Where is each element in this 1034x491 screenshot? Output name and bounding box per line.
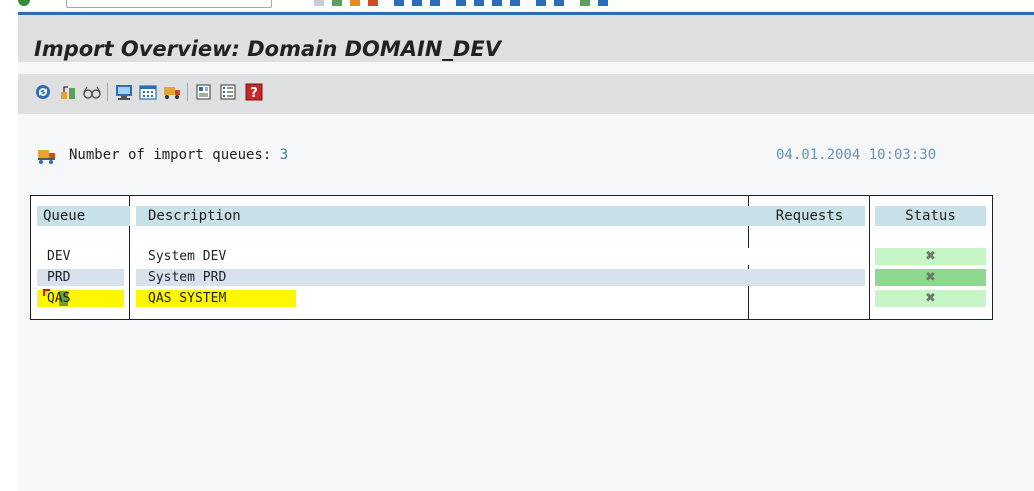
- column-header-status[interactable]: Status: [875, 206, 986, 226]
- first-page-icon[interactable]: [456, 0, 466, 6]
- status-cell[interactable]: ✖: [875, 248, 986, 265]
- svg-text:?: ?: [250, 86, 258, 101]
- cancel-icon[interactable]: [368, 0, 378, 6]
- description-cell[interactable]: System DEV: [136, 248, 756, 265]
- calendar-icon[interactable]: [138, 82, 158, 102]
- save-icon[interactable]: [314, 0, 324, 6]
- next-page-icon[interactable]: [492, 0, 502, 6]
- import-queues-label: Number of import queues:: [69, 147, 272, 163]
- queue-cell[interactable]: QAS: [37, 291, 70, 306]
- system-icon[interactable]: [194, 82, 214, 102]
- column-header-description[interactable]: Description: [136, 206, 756, 226]
- status-cell[interactable]: ✖: [875, 290, 986, 307]
- last-page-icon[interactable]: [510, 0, 520, 6]
- monitor-icon[interactable]: [114, 82, 134, 102]
- back-icon[interactable]: [332, 0, 342, 6]
- lorry-icon[interactable]: [162, 82, 182, 102]
- column-divider: [869, 195, 870, 319]
- requests-cell[interactable]: [754, 248, 865, 265]
- requests-cell[interactable]: [754, 290, 865, 307]
- find-icon[interactable]: [412, 0, 422, 6]
- enter-icon[interactable]: [18, 0, 30, 6]
- shortcut-icon[interactable]: [554, 0, 564, 6]
- help-icon[interactable]: ?: [244, 82, 264, 102]
- layout-icon[interactable]: [598, 0, 608, 6]
- requests-cell[interactable]: [754, 269, 865, 286]
- timestamp: 04.01.2004 10:03:30: [776, 147, 937, 163]
- page-title: Import Overview: Domain DOMAIN_DEV: [34, 37, 501, 61]
- queue-cell[interactable]: PRD: [37, 270, 70, 285]
- table-row[interactable]: PRD: [37, 269, 124, 286]
- import-queues-count: 3: [279, 147, 289, 163]
- table-row-selected[interactable]: QAS: [37, 289, 124, 307]
- table-row[interactable]: DEV: [37, 248, 124, 265]
- system-toolbar: [0, 0, 1034, 10]
- description-cell[interactable]: System PRD: [136, 269, 756, 286]
- import-queues-summary: Number of import queues: 3: [69, 147, 288, 163]
- queue-cell[interactable]: DEV: [37, 249, 70, 264]
- title-bar: Import Overview: Domain DOMAIN_DEV: [18, 15, 1034, 62]
- new-session-icon[interactable]: [536, 0, 546, 6]
- command-field[interactable]: [66, 0, 272, 8]
- status-x-icon: ✖: [925, 249, 936, 264]
- toolbar-separator: [107, 83, 108, 101]
- status-x-icon: ✖: [925, 270, 936, 285]
- help-system-icon[interactable]: [580, 0, 590, 6]
- description-cell[interactable]: QAS SYSTEM: [136, 290, 296, 307]
- glasses-icon[interactable]: [82, 82, 102, 102]
- find-next-icon[interactable]: [430, 0, 440, 6]
- status-x-icon: ✖: [925, 291, 936, 306]
- exit-icon[interactable]: [350, 0, 360, 6]
- previous-page-icon[interactable]: [474, 0, 484, 6]
- import-queues-icon: [37, 147, 57, 165]
- list-icon[interactable]: [218, 82, 238, 102]
- open-queue-icon[interactable]: [58, 82, 78, 102]
- print-icon[interactable]: [394, 0, 404, 6]
- column-header-queue[interactable]: Queue: [37, 206, 130, 226]
- status-cell[interactable]: ✖: [875, 269, 986, 286]
- column-header-requests[interactable]: Requests: [754, 206, 865, 226]
- toolbar-separator: [187, 83, 188, 101]
- refresh-icon[interactable]: [33, 82, 53, 102]
